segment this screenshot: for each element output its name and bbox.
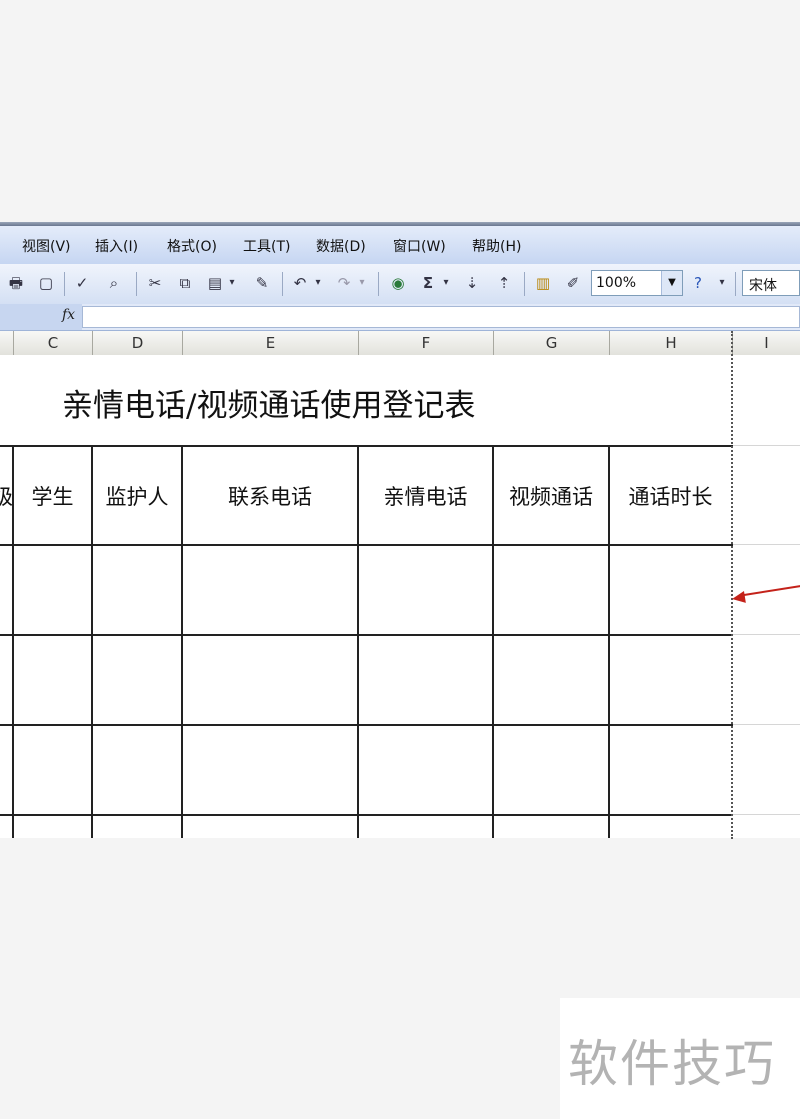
autosum-dropdown-icon[interactable]: ▾	[440, 272, 452, 294]
redo-icon[interactable]: ↷	[334, 272, 354, 294]
header-cell-student[interactable]: 学生	[14, 481, 91, 511]
sort-descending-icon[interactable]: ⇡	[494, 272, 514, 294]
autosum-icon[interactable]: Σ	[418, 272, 438, 294]
column-header-i[interactable]: I	[733, 331, 800, 355]
watermark-text: 软件技巧	[568, 1035, 776, 1093]
header-cell-class[interactable]: 级	[0, 481, 12, 511]
hyperlink-icon[interactable]: ◉	[388, 272, 408, 294]
column-header-e[interactable]: E	[183, 331, 359, 355]
toolbar-options-icon[interactable]: ▾	[716, 272, 728, 294]
toolbar-separator	[64, 272, 65, 296]
cell-gridline	[733, 445, 800, 446]
column-header-row: C D E F G H I	[0, 331, 800, 356]
sort-ascending-icon[interactable]: ⇣	[462, 272, 482, 294]
toolbar-separator	[735, 272, 736, 296]
toolbar-separator	[524, 272, 525, 296]
toolbar-separator	[282, 272, 283, 296]
cell-gridline	[733, 544, 800, 545]
print-preview-icon[interactable]: ▢	[36, 272, 56, 294]
paste-icon[interactable]: ▤	[205, 272, 225, 294]
column-header-c[interactable]: C	[14, 331, 93, 355]
toolbar-separator	[378, 272, 379, 296]
help-icon[interactable]: ?	[688, 272, 708, 294]
font-name: 宋体	[749, 278, 777, 294]
menu-tools[interactable]: 工具(T)	[243, 236, 290, 256]
chevron-down-icon[interactable]: ▼	[661, 271, 682, 295]
redo-dropdown-icon[interactable]: ▾	[356, 272, 368, 294]
print-icon[interactable]: 🖶	[6, 272, 26, 294]
table-border	[0, 724, 733, 726]
cut-icon[interactable]: ✂	[145, 272, 165, 294]
menu-format[interactable]: 格式(O)	[167, 236, 217, 256]
menu-view[interactable]: 视图(V)	[22, 236, 71, 256]
table-border	[0, 445, 733, 447]
column-header-b[interactable]	[0, 331, 14, 355]
research-icon[interactable]: ⌕	[104, 272, 124, 294]
copy-icon[interactable]: ⧉	[175, 272, 195, 294]
cell-gridline	[733, 814, 800, 815]
zoom-select[interactable]: 100% ▼	[591, 270, 683, 296]
drawing-icon[interactable]: ✐	[563, 272, 583, 294]
annotation-arrow-icon	[731, 591, 746, 605]
header-cell-contact-phone[interactable]: 联系电话	[183, 481, 357, 511]
cell-gridline	[733, 724, 800, 725]
formula-bar: fx	[0, 304, 800, 331]
menu-window[interactable]: 窗口(W)	[393, 236, 446, 256]
zoom-value: 100%	[596, 275, 637, 291]
menu-insert[interactable]: 插入(I)	[95, 236, 138, 256]
formula-input[interactable]	[82, 306, 800, 328]
column-header-g[interactable]: G	[494, 331, 610, 355]
page-break-line	[731, 331, 733, 839]
insert-function-icon[interactable]: fx	[62, 307, 75, 323]
font-select[interactable]: 宋体	[742, 270, 800, 296]
spelling-icon[interactable]: ✓	[72, 272, 92, 294]
undo-icon[interactable]: ↶	[290, 272, 310, 294]
table-border	[0, 814, 733, 816]
header-cell-family-phone[interactable]: 亲情电话	[359, 481, 492, 511]
chart-wizard-icon[interactable]: ▥	[533, 272, 553, 294]
table-border	[0, 544, 733, 546]
sheet-title-text: 亲情电话/视频通话使用登记表	[62, 388, 476, 424]
table-border	[0, 634, 733, 636]
menu-help[interactable]: 帮助(H)	[472, 236, 521, 256]
column-header-f[interactable]: F	[359, 331, 494, 355]
paste-dropdown-icon[interactable]: ▾	[226, 272, 238, 294]
header-cell-call-duration[interactable]: 通话时长	[610, 481, 731, 511]
format-painter-icon[interactable]: ✎	[252, 272, 272, 294]
column-header-d[interactable]: D	[93, 331, 183, 355]
toolbar-separator	[136, 272, 137, 296]
header-cell-guardian[interactable]: 监护人	[93, 481, 181, 511]
header-cell-video-call[interactable]: 视频通话	[494, 481, 608, 511]
column-header-h[interactable]: H	[610, 331, 733, 355]
cell-gridline	[733, 634, 800, 635]
menu-data[interactable]: 数据(D)	[316, 236, 366, 256]
worksheet-grid[interactable]: 亲情电话/视频通话使用登记表 级 学生 监护人 联系电话 亲情电话 视频通话 通…	[0, 355, 800, 838]
undo-dropdown-icon[interactable]: ▾	[312, 272, 324, 294]
menu-bar: 视图(V) 插入(I) 格式(O) 工具(T) 数据(D) 窗口(W) 帮助(H…	[0, 226, 800, 265]
